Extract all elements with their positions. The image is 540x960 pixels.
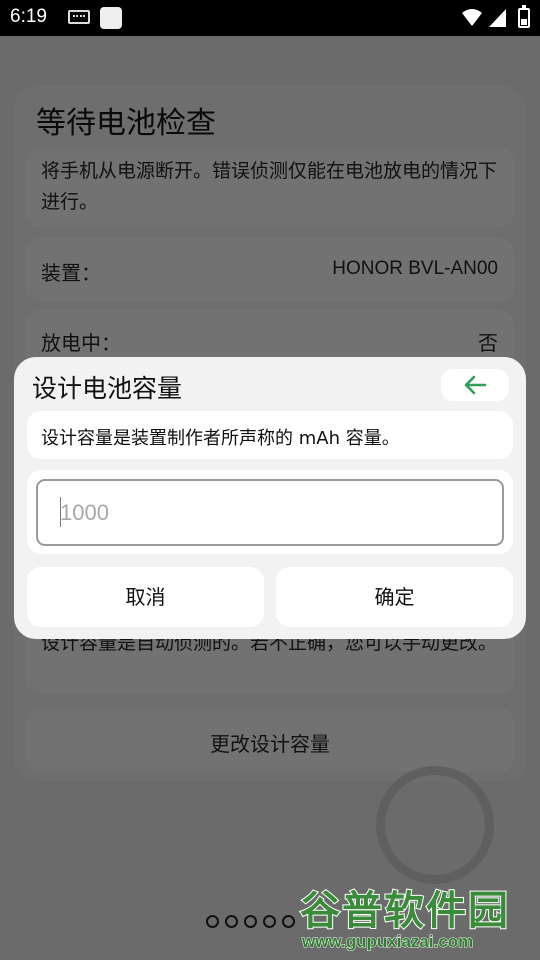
watermark-text: 谷普软件园 [299, 887, 510, 935]
input-panel [27, 470, 513, 554]
page-dot [225, 915, 238, 928]
watermark: 谷普软件园 www.gupuxiazai.com [296, 876, 540, 960]
page-title: 等待电池检查 [36, 106, 216, 141]
keyboard-icon [68, 10, 90, 24]
page-dot [244, 915, 257, 928]
watermark-url: www.gupuxiazai.com [301, 932, 474, 952]
page-dot [282, 915, 295, 928]
dialog-title: 设计电池容量 [32, 374, 183, 403]
status-time: 6:19 [10, 6, 47, 27]
change-capacity-button[interactable]: 更改设计容量 [26, 728, 514, 757]
page-indicator [206, 915, 295, 928]
notice-text: 将手机从电源断开。错误侦测仅能在电池放电的情况下进行。 [41, 160, 498, 213]
progress-ring [376, 766, 494, 884]
arrow-left-icon [464, 375, 487, 395]
capacity-input[interactable] [36, 479, 504, 546]
back-button[interactable] [441, 369, 509, 401]
device-label: 装置： [41, 261, 101, 285]
text-caret [60, 497, 61, 527]
description-panel: 设计容量是装置制作者所声称的 mAh 容量。 [27, 411, 513, 459]
device-value: HONOR BVL-AN00 [332, 258, 498, 279]
design-capacity-dialog: 设计电池容量 设计容量是装置制作者所声称的 mAh 容量。 取消 确定 [14, 357, 526, 639]
signal-icon [489, 9, 506, 27]
page-dot [206, 915, 219, 928]
wifi-icon [462, 9, 482, 26]
battery-icon [518, 5, 530, 28]
cancel-button[interactable]: 取消 [27, 567, 264, 627]
discharging-label: 放电中： [41, 331, 121, 355]
status-bar: 6:19 [0, 0, 540, 36]
dialog-description: 设计容量是装置制作者所声称的 mAh 容量。 [41, 428, 400, 449]
page-dot [263, 915, 276, 928]
notification-icon [100, 7, 122, 29]
discharging-value: 否 [478, 331, 498, 355]
ok-button[interactable]: 确定 [276, 567, 513, 627]
